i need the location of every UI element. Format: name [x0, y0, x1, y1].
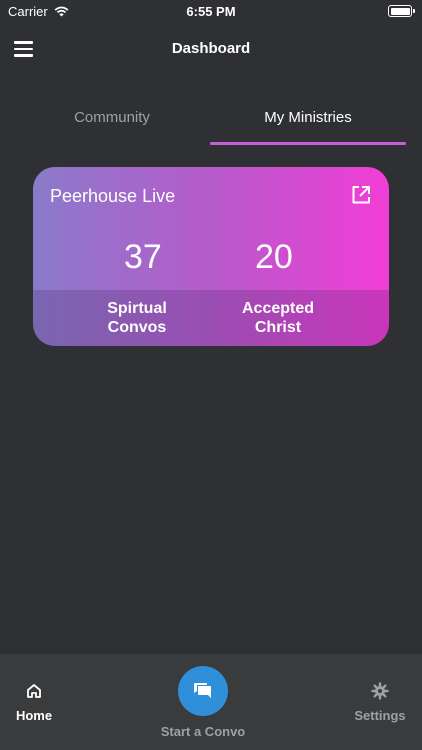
- tab-community[interactable]: Community: [14, 100, 210, 146]
- spiritual-convos-label: Spirtual Convos: [72, 299, 202, 337]
- nav-settings[interactable]: Settings: [351, 682, 409, 723]
- page-title: Dashboard: [171, 40, 251, 57]
- nav-home-label: Home: [15, 708, 53, 723]
- status-time: 6:55 PM: [186, 4, 236, 19]
- label-line: Spirtual: [107, 300, 167, 317]
- label-line: Convos: [107, 319, 167, 336]
- label-line: Christ: [254, 319, 302, 336]
- ministry-card-title: Peerhouse Live: [50, 186, 176, 206]
- start-convo-label[interactable]: Start a Convo: [140, 724, 266, 739]
- nav-home[interactable]: Home: [8, 682, 60, 723]
- tab-my-ministries[interactable]: My Ministries: [210, 100, 406, 146]
- app-header: Dashboard: [0, 28, 422, 70]
- bottom-nav: Home Start a Convo Settings: [0, 654, 422, 750]
- battery-icon: [388, 5, 415, 17]
- battery-fill: [390, 7, 410, 15]
- tab-bar: Community My Ministries: [14, 100, 406, 146]
- chat-bubbles-icon: [194, 683, 211, 698]
- ministry-card[interactable]: Peerhouse Live 37 20 Spirtual Convos Acc…: [33, 167, 389, 346]
- nav-settings-label: Settings: [354, 708, 406, 723]
- start-convo-button[interactable]: [178, 666, 228, 716]
- status-bar: Carrier 6:55 PM: [0, 0, 422, 24]
- accepted-christ-label: Accepted Christ: [213, 299, 343, 337]
- accepted-christ-count: 20: [255, 238, 293, 276]
- card-stats-labels: Spirtual Convos Accepted Christ: [33, 290, 389, 346]
- home-icon: [27, 684, 41, 698]
- gear-icon: [371, 682, 389, 700]
- open-external-icon[interactable]: [351, 185, 371, 205]
- stats-row: 37 20: [33, 238, 389, 278]
- spiritual-convos-count: 37: [124, 238, 162, 276]
- label-line: Accepted: [241, 300, 315, 317]
